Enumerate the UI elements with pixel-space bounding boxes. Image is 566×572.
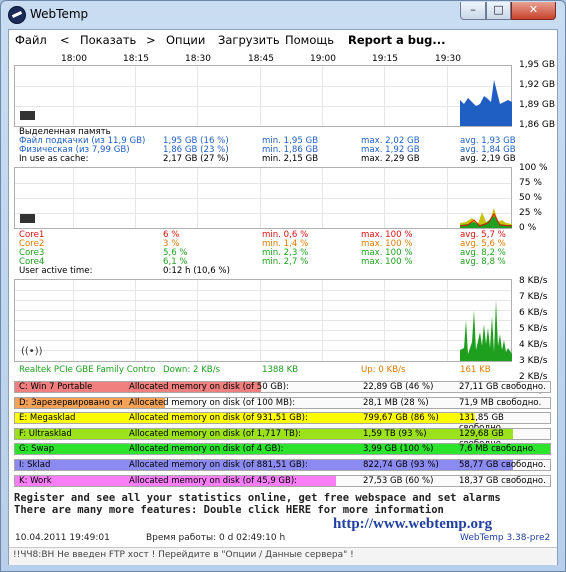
network-axis-label: 6 KB/s — [519, 308, 548, 318]
promo-line-1[interactable]: Register and see all your statistics onl… — [14, 492, 501, 504]
disk-free: 18,37 GB свободно. — [459, 475, 546, 486]
memory-axis-label: 1,86 GB — [519, 120, 556, 130]
disk-used: 799,67 GB (86 %) — [363, 413, 439, 424]
timeline-label: 18:30 — [185, 54, 211, 64]
disk-row[interactable]: F: Ultrasklad Allocated memory on disk (o… — [14, 427, 551, 449]
network-axis-label: 8 KB/s — [519, 276, 548, 286]
status-date: 10.04.2011 19:49:01 — [15, 533, 110, 543]
timeline-label: 18:45 — [248, 54, 274, 64]
disk-label: D: Зарезервировано си — [19, 397, 123, 408]
network-down-total: 1388 KB — [262, 365, 299, 375]
disk-free: 7,6 MB свободно. — [459, 444, 536, 455]
user-active-label: User active time: — [19, 266, 93, 276]
disk-label: I: Sklad — [19, 460, 51, 470]
disk-used: 28,1 MB (28 %) — [363, 397, 429, 408]
memory-graph — [14, 65, 512, 127]
disk-row[interactable]: G: Swap Allocated memory on disk (of 4 GB… — [14, 443, 551, 456]
disk-alloc-text: Allocated memory on disk (of 881,51 GB): — [129, 460, 308, 470]
menu-show[interactable]: Показать — [80, 33, 136, 47]
network-graph-plot — [460, 300, 512, 361]
title-bar[interactable]: WebTemp – □ ✕ — [1, 1, 565, 29]
menu-next[interactable]: > — [146, 33, 156, 47]
minimize-button[interactable]: – — [460, 2, 486, 20]
disk-label: K: Work — [19, 475, 52, 486]
disk-alloc-text: Allocated memory on disk (of 100 MB): — [129, 397, 296, 408]
cpu-axis-label: 25 % — [519, 208, 542, 218]
disk-label: G: Swap — [19, 444, 55, 455]
memory-chip-icon — [20, 111, 35, 120]
network-axis-label: 4 KB/s — [519, 340, 548, 350]
network-down: Down: 2 KB/s — [163, 365, 221, 375]
disk-label: C: Win 7 Portable — [19, 382, 93, 392]
cpu-axis-label: 75 % — [519, 178, 542, 188]
disk-used: 822,74 GB (93 %) — [363, 460, 439, 470]
cpu-graph-plot — [460, 208, 512, 228]
menu-load[interactable]: Загрузить — [218, 33, 280, 47]
disk-used: 1,59 TB (93 %) — [363, 428, 427, 439]
disk-row[interactable]: E: Megasklad Allocated memory on disk (of… — [14, 412, 551, 433]
disk-alloc-text: Allocated memory on disk (of 45,9 GB): — [129, 475, 298, 486]
network-antenna-icon: ((•)) — [21, 346, 43, 357]
menu-help[interactable]: Помощь — [285, 33, 334, 47]
cpu-chip-icon — [20, 214, 35, 223]
disk-alloc-text: Allocated memory on disk (of 1,717 TB): — [129, 428, 302, 439]
disk-row[interactable]: K: Work Allocated memory on disk (of 45,9… — [14, 474, 551, 487]
timeline-label: 19:15 — [372, 54, 398, 64]
network-adapter: Realtek PCIe GBE Family Contro — [19, 365, 156, 375]
network-graph: ((•)) — [14, 279, 512, 362]
menu-options[interactable]: Опции — [166, 33, 205, 47]
disk-alloc-text: Allocated memory on disk (of 931,51 GB): — [129, 413, 308, 424]
cpu-axis-label: 50 % — [519, 193, 542, 203]
bottom-status-text: !!ЧЧ8:ВН Не введен FTP хост ! Перейдите … — [13, 550, 354, 560]
memory-axis-label: 1,89 GB — [519, 100, 556, 110]
disk-row[interactable]: D: Зарезервировано си Allocated memory on… — [14, 396, 551, 409]
menu-bar: Файл < Показать > Опции Загрузить Помощь… — [9, 30, 557, 50]
app-logo-icon — [8, 6, 26, 24]
menu-prev[interactable]: < — [60, 33, 70, 47]
memory-axis-label: 1,92 GB — [519, 80, 556, 90]
disk-label: F: Ultrasklad — [19, 428, 72, 439]
timeline-label: 18:15 — [123, 54, 149, 64]
menu-file[interactable]: Файл — [15, 33, 47, 47]
disk-free: 71,9 MB свободно. — [459, 397, 542, 408]
window-title: WebTemp — [30, 7, 89, 21]
network-up-total: 161 KB — [460, 365, 491, 375]
close-button[interactable]: ✕ — [511, 2, 556, 20]
timeline-label: 19:30 — [435, 54, 461, 64]
website-link[interactable]: http://www.webtemp.org — [333, 516, 492, 533]
disk-alloc-text: Allocated memory on disk (of 4 GB): — [129, 444, 284, 455]
maximize-button[interactable]: □ — [486, 2, 511, 20]
disk-used: 27,53 GB (60 %) — [363, 475, 434, 486]
disk-label: E: Megasklad — [19, 413, 76, 424]
disk-used: 3,99 GB (100 %) — [363, 444, 434, 455]
main-client-area: Файл < Показать > Опции Загрузить Помощь… — [8, 29, 558, 565]
network-up: Up: 0 KB/s — [361, 365, 406, 375]
timeline-label: 18:00 — [61, 54, 87, 64]
cpu-axis-label: 100 % — [519, 163, 548, 173]
timeline-label: 19:00 — [310, 54, 336, 64]
network-axis-label: 3 KB/s — [519, 356, 548, 366]
memory-axis-label: 1,95 GB — [519, 60, 556, 70]
disk-free: 27,11 GB свободно. — [459, 382, 546, 392]
promo-line-2[interactable]: There are many more features: Double cli… — [14, 504, 444, 516]
disk-used: 22,89 GB (46 %) — [363, 382, 434, 392]
cpu-axis-label: 0 % — [519, 223, 537, 233]
network-axis-label: 5 KB/s — [519, 324, 548, 334]
disk-alloc-text: Allocated memory on disk (of 50 GB): — [129, 382, 289, 392]
status-uptime: Время работы: 0 d 02:49:10 h — [146, 533, 286, 543]
disk-free: 58,77 GB свободно. — [459, 460, 546, 470]
user-active-value: 0:12 h (10,6 %) — [163, 266, 230, 276]
memory-graph-plot — [460, 80, 512, 126]
disk-row[interactable]: C: Win 7 Portable Allocated memory on dis… — [14, 381, 551, 393]
menu-report-bug[interactable]: Report a bug... — [348, 33, 445, 47]
disk-row[interactable]: I: Sklad Allocated memory on disk (of 881… — [14, 459, 551, 471]
bottom-status-bar: !!ЧЧ8:ВН Не введен FTP хост ! Перейдите … — [9, 547, 557, 565]
status-version: WebTemp 3.38-pre2 — [460, 533, 551, 543]
network-axis-label: 7 KB/s — [519, 292, 548, 302]
cpu-graph — [14, 167, 512, 229]
app-window: WebTemp – □ ✕ Файл < Показать > Опции За… — [0, 0, 566, 572]
